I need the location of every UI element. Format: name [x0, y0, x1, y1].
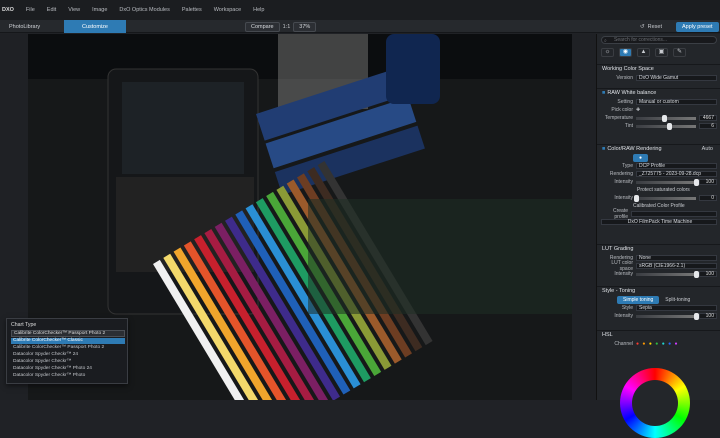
channel-label: Channel: [614, 341, 633, 347]
style-toning-title: Style - Toning: [602, 288, 636, 294]
intensity-label: Intensity: [614, 179, 633, 185]
lut-section: LUT Grading Rendering None LUT color spac…: [597, 244, 720, 286]
style-select[interactable]: Sepia: [636, 305, 717, 311]
type-select[interactable]: DCP Profile: [636, 163, 717, 169]
app-logo: DXO: [2, 7, 14, 13]
chart-option[interactable]: Datacolor Spyder Checkr™ Photo 24: [11, 366, 125, 372]
filmpack-button[interactable]: DxO FilmPack Time Machine: [601, 219, 717, 225]
color-rendering-auto[interactable]: Auto: [702, 146, 713, 152]
lut-intensity-slider[interactable]: [636, 270, 699, 278]
simple-toning-button[interactable]: Simple toning: [617, 296, 660, 304]
version-select[interactable]: DxO Wide Gamut: [636, 75, 717, 81]
search-input[interactable]: Search for corrections...: [601, 36, 717, 44]
lut-intensity-value[interactable]: 100: [699, 271, 717, 277]
type-label: Type: [622, 163, 633, 169]
color-icon[interactable]: ◉: [619, 48, 632, 57]
tint-value[interactable]: 6: [699, 123, 717, 129]
menu-view[interactable]: View: [68, 7, 80, 13]
style-toning-section: Style - Toning Simple toning Split-toning…: [597, 286, 720, 330]
style-intensity-value[interactable]: 100: [699, 313, 717, 319]
create-profile-field[interactable]: [631, 211, 717, 217]
compare-button[interactable]: Compare: [245, 21, 280, 32]
menu-bar: DXO File Edit View Image DxO Optics Modu…: [0, 0, 720, 20]
compare-group: Compare 1:1 37%: [245, 20, 317, 33]
split-toning-button[interactable]: Split-toning: [665, 297, 690, 303]
intensity2-label: Intensity: [614, 195, 633, 201]
search-icon: ⌕: [604, 38, 607, 44]
chart-option[interactable]: Datacolor Spyder Checkr™ 24: [11, 352, 125, 358]
rendering-intensity-slider[interactable]: [636, 178, 699, 186]
right-palette-strip: [572, 34, 596, 400]
working-color-space-section: Working Color Space Version DxO Wide Gamu…: [597, 64, 720, 88]
style-intensity-thumb[interactable]: [693, 312, 699, 320]
apply-group: Apply preset: [676, 20, 719, 33]
white-balance-title: RAW White balance: [597, 89, 720, 98]
pick-color-label: Pick color: [611, 107, 633, 113]
chart-option[interactable]: Datacolor Spyder Checkr™: [11, 359, 125, 365]
version-label: Version: [616, 75, 633, 81]
menu-file[interactable]: File: [26, 7, 35, 13]
apply-preset-button[interactable]: Apply preset: [676, 21, 719, 32]
rendering-intensity-thumb[interactable]: [693, 178, 699, 186]
rendering-mode-button[interactable]: ●: [633, 154, 649, 162]
zoom-field[interactable]: 37%: [293, 21, 317, 32]
temperature-thumb[interactable]: [662, 114, 668, 122]
menu-edit[interactable]: Edit: [47, 7, 56, 13]
menu-optics-modules[interactable]: DxO Optics Modules: [119, 7, 169, 13]
tab-customize[interactable]: Customize: [64, 20, 126, 33]
temperature-slider[interactable]: [636, 114, 696, 122]
hsl-title: HSL: [602, 332, 613, 338]
protect-colors-label[interactable]: Protect saturated colors: [597, 186, 720, 194]
menu-workspace[interactable]: Workspace: [214, 7, 241, 13]
lut-rendering-select[interactable]: None: [636, 255, 717, 261]
lut-intensity-thumb[interactable]: [693, 270, 699, 278]
menu-help[interactable]: Help: [253, 7, 264, 13]
chart-type-select[interactable]: Calibrite ColorChecker™ Passport Photo 2: [11, 330, 125, 337]
white-balance-section: RAW White balance SettingManual or custo…: [597, 88, 720, 144]
tab-bar: PhotoLibrary Customize Compare 1:1 37% ↺…: [0, 20, 720, 33]
working-color-space-title: Working Color Space: [602, 66, 654, 72]
style-label: Style: [621, 305, 633, 311]
tint-label: Tint: [624, 123, 633, 129]
chart-type-title: Chart Type: [11, 322, 37, 328]
rendering-label: Rendering: [609, 171, 633, 177]
lut-title: LUT Grading: [602, 246, 634, 252]
tint-slider[interactable]: [636, 122, 696, 130]
setting-label: Setting: [617, 99, 633, 105]
wb-setting-select[interactable]: Manual or custom: [636, 99, 717, 105]
correction-category-tabs: ☼ ◉ ▲ ▣ ✎: [601, 48, 717, 58]
protect-intensity-value[interactable]: 0: [699, 195, 717, 201]
effects-icon[interactable]: ✎: [673, 48, 686, 57]
chart-option[interactable]: Calibrite ColorChecker™ Classic: [11, 338, 125, 344]
light-icon[interactable]: ☼: [601, 48, 614, 57]
hsl-color-wheel[interactable]: [620, 368, 690, 438]
tint-thumb[interactable]: [666, 122, 672, 130]
menu-palettes[interactable]: Palettes: [182, 7, 202, 13]
zoom-fit-button[interactable]: 1:1: [283, 24, 291, 30]
protect-intensity-thumb[interactable]: [633, 194, 639, 202]
lut-space-select[interactable]: sRGB (CIE1966-2.1): [636, 263, 717, 269]
reset-group: ↺ Reset: [640, 20, 662, 33]
eyedropper-icon[interactable]: ✚: [636, 107, 640, 113]
correction-panel: Search for corrections... ⌕ ☼ ◉ ▲ ▣ ✎ Workin…: [596, 34, 720, 400]
chart-option[interactable]: Datacolor Spyder Checkr™ Photo: [11, 373, 125, 379]
rendering-intensity-value[interactable]: 100: [699, 179, 717, 185]
rendering-select[interactable]: _Z725775 - 2023-09-28.dcp: [636, 171, 717, 177]
geometry-icon[interactable]: ▣: [655, 48, 668, 57]
channel-dots[interactable]: ● ● ● ● ● ● ●: [636, 341, 679, 347]
style-intensity-label: Intensity: [614, 313, 633, 319]
chart-type-dialog: Chart Type Calibrite ColorChecker™ Passp…: [6, 318, 128, 384]
temperature-value[interactable]: 4667: [699, 115, 717, 121]
tab-photolibrary[interactable]: PhotoLibrary: [4, 20, 62, 33]
temperature-label: Temperature: [604, 115, 633, 121]
style-intensity-slider[interactable]: [636, 312, 699, 320]
detail-icon[interactable]: ▲: [637, 48, 650, 57]
reset-icon: ↺: [640, 23, 645, 30]
lut-intensity-label: Intensity: [614, 271, 633, 277]
reset-button[interactable]: Reset: [648, 24, 662, 30]
chart-option[interactable]: Calibrite ColorChecker™ Passport Photo 2: [11, 345, 125, 351]
color-rendering-section: Color/RAW Rendering Auto ● TypeDCP Profi…: [597, 144, 720, 244]
protect-intensity-slider[interactable]: [633, 194, 696, 202]
menu-image[interactable]: Image: [92, 7, 107, 13]
